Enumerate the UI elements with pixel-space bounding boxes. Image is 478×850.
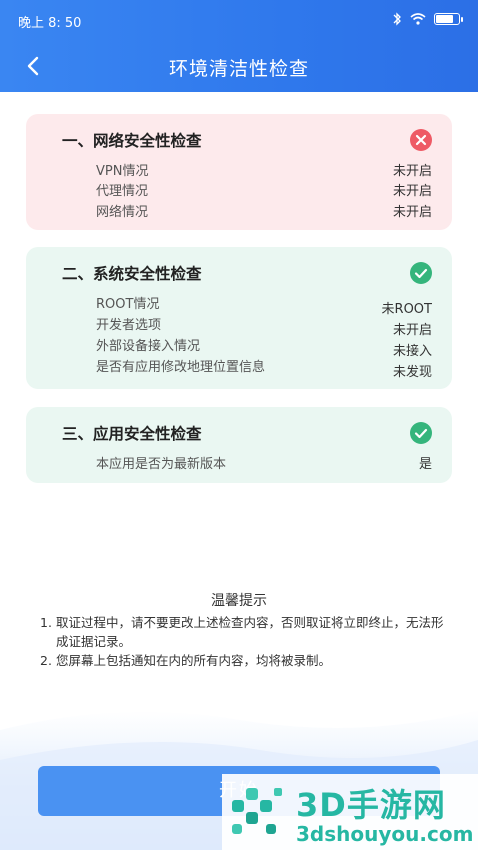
- row-value-external-device: 未接入: [392, 344, 432, 359]
- wifi-icon: [410, 13, 426, 25]
- watermark-url: 3dshouyou.com: [296, 822, 474, 846]
- watermark-logo-icon: [232, 788, 282, 834]
- tip-number: 2.: [40, 653, 52, 668]
- row-value-root: 未ROOT: [381, 302, 432, 317]
- fail-icon: [410, 129, 432, 151]
- battery-level: [436, 15, 453, 23]
- status-icons: [392, 12, 463, 26]
- row-label-network: 网络情况: [96, 205, 149, 220]
- row-label-developer: 开发者选项: [96, 318, 162, 333]
- tip-number: 1.: [40, 615, 52, 630]
- row-label-external-device: 外部设备接入情况: [96, 339, 201, 354]
- page-title: 环境清洁性检查: [168, 58, 309, 80]
- check-icon: [410, 262, 432, 284]
- row-label-vpn: VPN情况: [96, 164, 149, 179]
- row-value-location: 未发现: [392, 365, 432, 380]
- watermark: 3D手游网 3dshouyou.com: [222, 774, 478, 850]
- app-security-card: 三、应用安全性检查 本应用是否为最新版本 是: [26, 407, 452, 483]
- tip-text: 您屏幕上包括通知在内的所有内容，均将被录制。: [56, 653, 332, 668]
- status-time: 晚上 8: 50: [18, 16, 82, 31]
- tip-text: 取证过程中，请不要更改上述检查内容，否则取证将立即终止，无法形成证据记录。: [56, 615, 444, 649]
- row-value-vpn: 未开启: [392, 164, 432, 179]
- row-value-developer: 未开启: [392, 323, 432, 338]
- tip-item: 1. 取证过程中，请不要更改上述检查内容，否则取证将立即终止，无法形成证据记录。: [40, 613, 450, 651]
- check-icon: [410, 422, 432, 444]
- bluetooth-icon: [393, 12, 401, 26]
- row-value-proxy: 未开启: [392, 184, 432, 199]
- section-title: 三、应用安全性检查: [62, 425, 202, 443]
- section-title: 一、网络安全性检查: [62, 132, 202, 150]
- battery-icon: [434, 13, 463, 25]
- tip-item: 2. 您屏幕上包括通知在内的所有内容，均将被录制。: [40, 651, 450, 670]
- section-title: 二、系统安全性检查: [62, 265, 202, 283]
- row-label-root: ROOT情况: [96, 297, 160, 312]
- network-security-card: 一、网络安全性检查 VPN情况 未开启 代理情况 未开启 网络情况 未开启: [26, 114, 452, 230]
- row-label-latest-version: 本应用是否为最新版本: [96, 457, 227, 472]
- watermark-name: 3D手游网: [296, 786, 446, 824]
- row-label-location: 是否有应用修改地理位置信息: [96, 360, 266, 375]
- row-value-latest-version: 是: [418, 457, 432, 472]
- header: 晚上 8: 50 环境清洁性检查: [0, 0, 478, 92]
- row-value-network: 未开启: [392, 205, 432, 220]
- system-security-card: 二、系统安全性检查 ROOT情况 未ROOT 开发者选项 未开启 外部设备接入情…: [26, 247, 452, 389]
- status-bar: 晚上 8: 50: [0, 0, 478, 40]
- row-label-proxy: 代理情况: [96, 184, 149, 199]
- nav-bar: 环境清洁性检查: [0, 44, 478, 88]
- tips-title: 温馨提示: [211, 593, 267, 609]
